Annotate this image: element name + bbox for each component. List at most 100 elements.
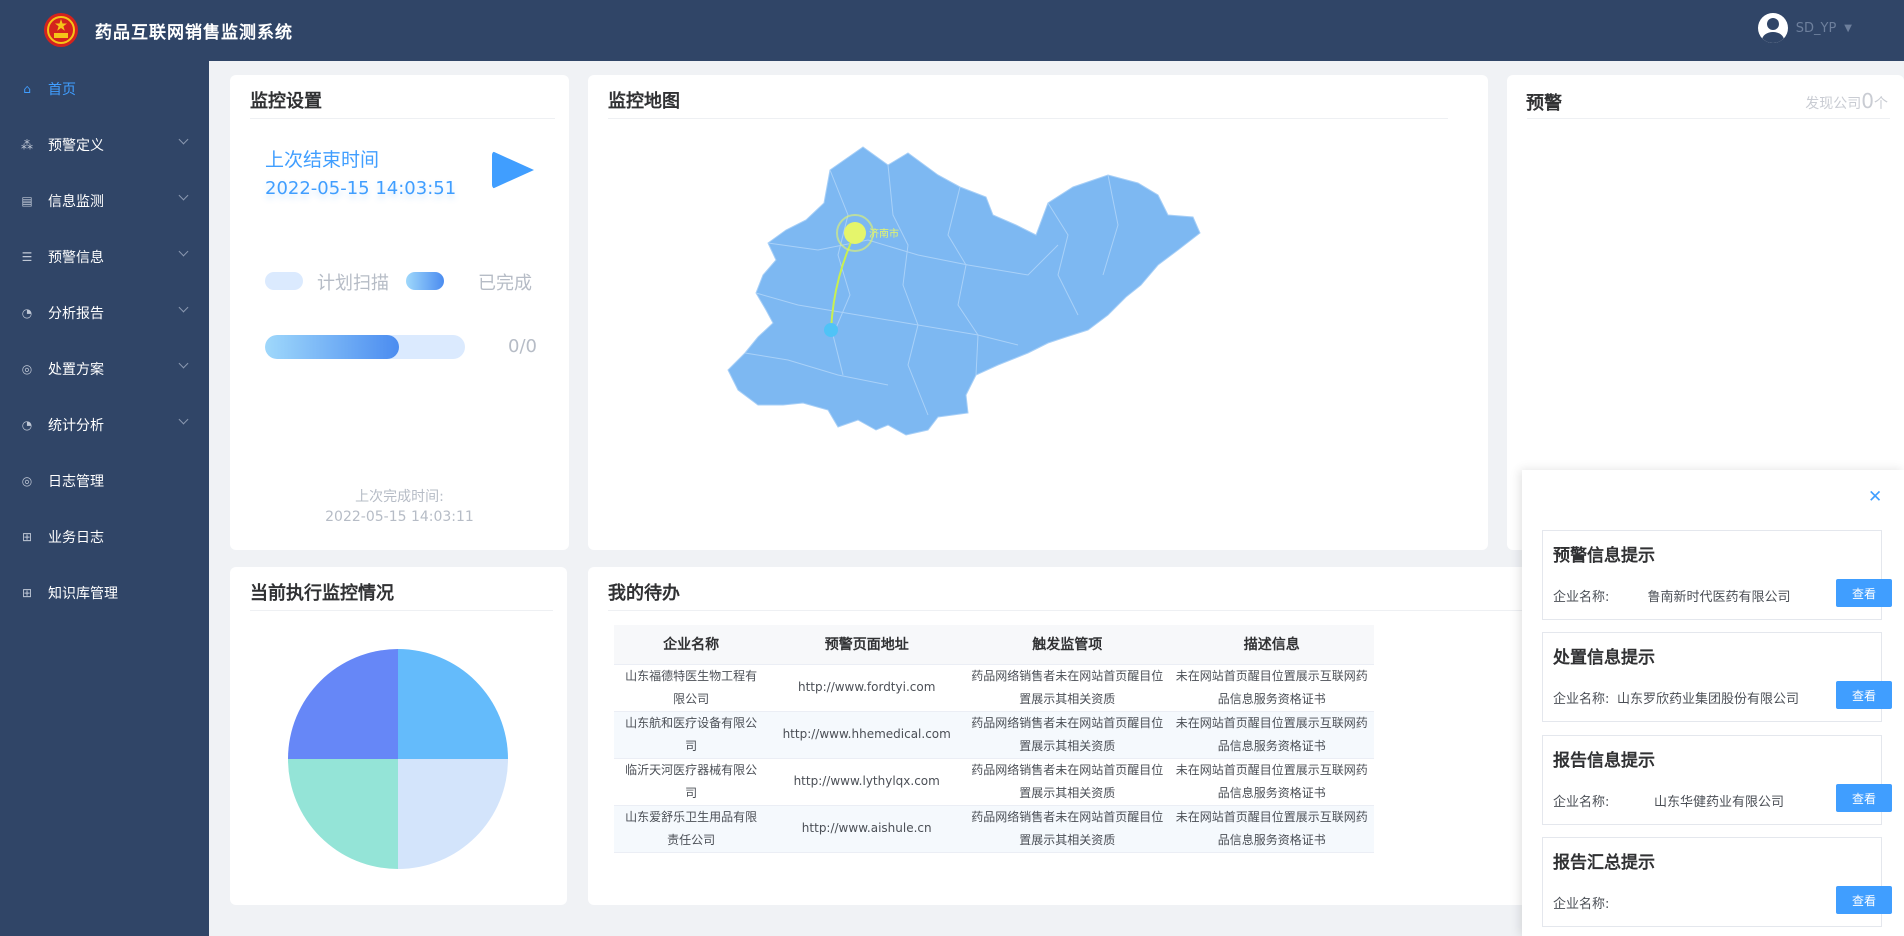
notice-warning-info: 预警信息提示 企业名称: 鲁南新时代医药有限公司 查看 — [1542, 530, 1892, 620]
company-label: 企业名称: — [1553, 795, 1610, 810]
pie-icon: ◔ — [21, 306, 33, 320]
user-menu[interactable]: SD_YP ▼ — [1757, 13, 1852, 43]
view-button[interactable]: 查看 — [1836, 681, 1892, 709]
notice-title: 处置信息提示 — [1553, 648, 1655, 668]
list-icon: ☰ — [21, 250, 33, 264]
found-label: 发现公司 — [1805, 96, 1862, 112]
monitor-settings-card: 监控设置 上次结束时间 2022-05-15 14:03:51 计划扫描 已完成… — [230, 75, 569, 550]
sidebar-item-info-monitoring[interactable]: ▤ 信息监测 — [0, 173, 209, 229]
sidebar-item-label: 业务日志 — [48, 530, 104, 546]
view-button[interactable]: 查看 — [1836, 579, 1892, 607]
execution-status-card: 当前执行监控情况 — [230, 567, 567, 905]
notice-report-summary: 报告汇总提示 企业名称: 查看 — [1542, 837, 1892, 927]
planned-legend-swatch — [265, 272, 303, 290]
sidebar-item-business-log[interactable]: ⊞ 业务日志 — [0, 509, 209, 565]
todo-table: 企业名称 预警页面地址 触发监管项 描述信息 山东福德特医生物工程有限公司 ht… — [614, 625, 1374, 853]
last-done-time: 2022-05-15 14:03:11 — [325, 509, 474, 525]
sidebar-item-disposal-plan[interactable]: ◎ 处置方案 — [0, 341, 209, 397]
document-icon: ▤ — [21, 194, 33, 208]
description-cell: 未在网站首页醒目位置展示互联网药品信息服务资格证书 — [1169, 711, 1374, 759]
sidebar-item-home[interactable]: ⌂ 首页 — [0, 61, 76, 117]
pie-slice[interactable] — [398, 759, 508, 869]
play-button[interactable] — [492, 151, 534, 189]
sidebar-item-label: 处置方案 — [48, 362, 104, 378]
found-count: 0 — [1861, 89, 1874, 113]
chevron-down-icon — [178, 134, 189, 145]
sidebar-item-label: 分析报告 — [48, 306, 104, 322]
notice-title: 预警信息提示 — [1553, 546, 1655, 566]
notice-report-info: 报告信息提示 企业名称: 山东华健药业有限公司 查看 — [1542, 735, 1892, 825]
company-cell: 山东爱舒乐卫生用品有限责任公司 — [614, 805, 769, 853]
sidebar-item-label: 预警信息 — [48, 250, 104, 266]
table-row[interactable]: 山东航和医疗设备有限公司 http://www.hhemedical.com 药… — [614, 711, 1374, 759]
map-region-shape — [727, 146, 1201, 436]
scan-progress-fill — [265, 335, 399, 359]
last-end-time: 2022-05-15 14:03:51 — [265, 178, 457, 199]
notification-drawer: ✕ 预警信息提示 企业名称: 鲁南新时代医药有限公司 查看 处置信息提示 企业名… — [1522, 470, 1904, 936]
pie-slice[interactable] — [288, 649, 398, 759]
chevron-down-icon — [178, 358, 189, 369]
app-title: 药品互联网销售监测系统 — [95, 23, 293, 43]
description-cell: 未在网站首页醒目位置展示互联网药品信息服务资格证书 — [1169, 805, 1374, 853]
city-marker-origin[interactable] — [824, 323, 838, 337]
caret-down-icon: ▼ — [1844, 22, 1852, 34]
divider — [250, 610, 553, 611]
badge-icon: ◎ — [21, 362, 33, 376]
table-row[interactable]: 山东爱舒乐卫生用品有限责任公司 http://www.aishule.cn 药品… — [614, 805, 1374, 853]
close-icon[interactable]: ✕ — [1868, 487, 1882, 507]
table-row[interactable]: 临沂天河医疗器械有限公司 http://www.lythylqx.com 药品网… — [614, 758, 1374, 806]
username: SD_YP — [1795, 20, 1837, 36]
sidebar-item-warning-info[interactable]: ☰ 预警信息 — [0, 229, 209, 285]
sidebar-item-statistics[interactable]: ◔ 统计分析 — [0, 397, 209, 453]
company-cell: 临沂天河医疗器械有限公司 — [614, 758, 769, 806]
execution-pie-chart — [288, 649, 508, 869]
national-emblem-icon — [44, 13, 78, 47]
company-name: 山东罗欣药业集团股份有限公司 — [1617, 692, 1800, 707]
grid-icon: ⊞ — [21, 530, 33, 544]
sidebar-item-analysis-report[interactable]: ◔ 分析报告 — [0, 285, 209, 341]
sidebar-item-log-management[interactable]: ◎ 日志管理 — [0, 453, 209, 509]
scan-progress-bar — [265, 335, 465, 359]
city-label: 济南市 — [869, 227, 899, 240]
chevron-down-icon — [178, 246, 189, 257]
table-row[interactable]: 山东福德特医生物工程有限公司 http://www.fordtyi.com 药品… — [614, 664, 1374, 712]
pie-slice[interactable] — [398, 649, 508, 759]
notice-title: 报告信息提示 — [1553, 751, 1655, 771]
view-button[interactable]: 查看 — [1836, 886, 1892, 914]
province-map[interactable]: 济南市 — [588, 75, 1488, 550]
card-title: 监控设置 — [250, 91, 322, 112]
trigger-cell: 药品网络销售者未在网站首页醒目位置展示其相关资质 — [965, 711, 1170, 759]
grid-icon: ⊞ — [21, 586, 33, 600]
sidebar: ⌂ 首页 ⁂ 预警定义 ▤ 信息监测 ☰ 预警信息 ◔ 分析报告 ◎ 处置方案 — [0, 61, 209, 936]
url-cell: http://www.hhemedical.com — [768, 711, 966, 759]
company-label: 企业名称: — [1553, 897, 1610, 912]
card-title: 预警 — [1526, 93, 1562, 114]
column-header: 触发监管项 — [965, 625, 1170, 665]
column-header: 企业名称 — [614, 625, 769, 665]
view-button[interactable]: 查看 — [1836, 784, 1892, 812]
progress-text: 0/0 — [508, 336, 537, 357]
sidebar-item-label: 首页 — [48, 82, 76, 98]
last-done-label: 上次完成时间: — [355, 489, 444, 505]
todo-card: 我的待办 企业名称 预警页面地址 触发监管项 描述信息 山东福德特医生物工程有限… — [588, 567, 1588, 905]
pie-slice[interactable] — [288, 759, 398, 869]
sidebar-item-knowledge-base[interactable]: ⊞ 知识库管理 — [0, 565, 209, 621]
done-label: 已完成 — [478, 273, 532, 294]
company-label: 企业名称: — [1553, 590, 1610, 605]
sidebar-item-warning-definition[interactable]: ⁂ 预警定义 — [0, 117, 209, 173]
column-header: 预警页面地址 — [768, 625, 966, 665]
trigger-cell: 药品网络销售者未在网站首页醒目位置展示其相关资质 — [965, 758, 1170, 806]
card-title: 我的待办 — [608, 583, 680, 604]
chevron-down-icon — [178, 414, 189, 425]
divider — [1527, 118, 1890, 119]
nodes-icon: ⁂ — [21, 138, 33, 152]
url-cell: http://www.aishule.cn — [768, 805, 966, 853]
top-header: 药品互联网销售监测系统 SD_YP ▼ — [0, 0, 1904, 61]
city-marker-jinan[interactable] — [844, 222, 866, 244]
company-name: 鲁南新时代医药有限公司 — [1647, 590, 1791, 605]
monitor-map-card: 监控地图 济南市 — [588, 75, 1488, 550]
chevron-down-icon — [178, 302, 189, 313]
chevron-down-icon — [178, 190, 189, 201]
card-title: 当前执行监控情况 — [250, 583, 394, 604]
company-cell: 山东福德特医生物工程有限公司 — [614, 664, 769, 712]
